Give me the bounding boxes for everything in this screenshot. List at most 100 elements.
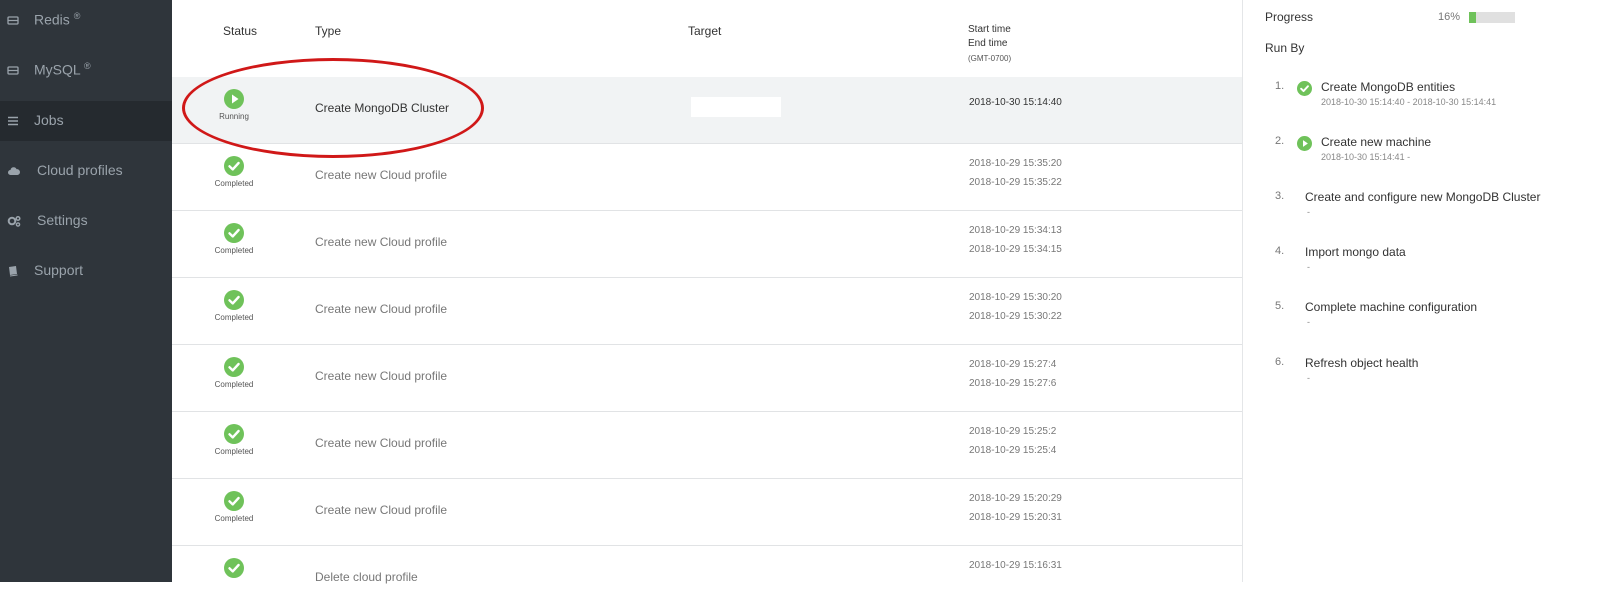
column-header-end-time: End time bbox=[968, 38, 1008, 49]
job-detail-panel: Progress 16% Run By 1. Create MongoDB en… bbox=[1243, 0, 1600, 582]
step-time-range: 2018-10-30 15:14:41 - bbox=[1321, 152, 1411, 162]
play-icon bbox=[224, 89, 244, 109]
check-circle-icon bbox=[224, 424, 244, 444]
table-row[interactable]: Completed Create new Cloud profile 2018-… bbox=[172, 345, 1242, 412]
step-time-range: - bbox=[1307, 262, 1310, 272]
table-row[interactable]: Completed Create new Cloud profile 2018-… bbox=[172, 211, 1242, 278]
status-cell: Completed bbox=[202, 223, 266, 255]
sidebar-item-label: Settings bbox=[37, 212, 88, 228]
step-title: Create MongoDB entities bbox=[1321, 80, 1456, 94]
step-item: 4. Import mongo data - bbox=[1243, 245, 1600, 285]
sidebar-item-settings[interactable]: Settings bbox=[0, 201, 172, 241]
sidebar-item-label: Cloud profiles bbox=[37, 162, 123, 178]
step-item: 5. Complete machine configuration - bbox=[1243, 300, 1600, 340]
start-time: 2018-10-30 15:14:40 bbox=[969, 97, 1062, 108]
job-type-link[interactable]: Create new Cloud profile bbox=[315, 503, 447, 517]
database-icon bbox=[7, 16, 19, 25]
job-type-link[interactable]: Create MongoDB Cluster bbox=[315, 101, 449, 115]
table-row[interactable]: Completed Create new Cloud profile 2018-… bbox=[172, 278, 1242, 345]
jobs-table: Status Type Target Start time End time (… bbox=[172, 0, 1242, 584]
sidebar-item-redis[interactable]: Redis ® bbox=[0, 0, 172, 40]
status-cell: Running bbox=[202, 89, 266, 121]
status-label: Completed bbox=[214, 179, 254, 188]
end-time: 2018-10-29 15:25:4 bbox=[969, 445, 1057, 456]
step-number: 3. bbox=[1275, 190, 1285, 202]
step-item: 1. Create MongoDB entities 2018-10-30 15… bbox=[1243, 80, 1600, 120]
sidebar: Redis ® MySQL ® Jobs Cloud profiles Sett… bbox=[0, 0, 172, 582]
sidebar-item-support[interactable]: Support bbox=[0, 251, 172, 291]
status-label: Completed bbox=[214, 447, 254, 456]
end-time: 2018-10-29 15:20:31 bbox=[969, 512, 1062, 523]
end-time: 2018-10-29 15:27:6 bbox=[969, 378, 1057, 389]
end-time: 2018-10-29 15:35:22 bbox=[969, 177, 1062, 188]
step-title: Import mongo data bbox=[1305, 245, 1406, 259]
column-header-target: Target bbox=[688, 24, 722, 38]
job-type-link[interactable]: Create new Cloud profile bbox=[315, 168, 447, 182]
check-circle-icon bbox=[224, 290, 244, 310]
status-label: Completed bbox=[214, 514, 254, 523]
step-number: 6. bbox=[1275, 356, 1285, 368]
sidebar-item-label: Jobs bbox=[34, 112, 64, 128]
status-cell: Completed bbox=[202, 491, 266, 523]
step-number: 2. bbox=[1275, 135, 1285, 147]
column-header-start-time: Start time bbox=[968, 24, 1011, 35]
start-time: 2018-10-29 15:30:20 bbox=[969, 292, 1062, 303]
sidebar-item-jobs[interactable]: Jobs bbox=[0, 101, 172, 141]
timezone-label: (GMT-0700) bbox=[968, 54, 1012, 63]
book-icon bbox=[9, 266, 18, 277]
step-title: Create and configure new MongoDB Cluster bbox=[1305, 190, 1541, 204]
database-icon bbox=[7, 66, 19, 75]
job-type-link[interactable]: Create new Cloud profile bbox=[315, 302, 447, 316]
status-cell: Completed bbox=[202, 357, 266, 389]
table-row[interactable]: Running Create MongoDB Cluster 2018-10-3… bbox=[172, 77, 1242, 144]
step-time-range: 2018-10-30 15:14:40 - 2018-10-30 15:14:4… bbox=[1321, 97, 1497, 107]
table-row[interactable]: Completed Create new Cloud profile 2018-… bbox=[172, 144, 1242, 211]
progress-fill bbox=[1469, 12, 1477, 23]
start-time: 2018-10-29 15:25:2 bbox=[969, 426, 1057, 437]
step-time-range: - bbox=[1307, 207, 1310, 217]
step-title: Refresh object health bbox=[1305, 356, 1419, 370]
status-cell: Completed bbox=[202, 290, 266, 322]
table-row[interactable]: Completed Create new Cloud profile 2018-… bbox=[172, 479, 1242, 546]
status-label: Completed bbox=[214, 380, 254, 389]
start-time: 2018-10-29 15:35:20 bbox=[969, 158, 1062, 169]
job-type-link[interactable]: Create new Cloud profile bbox=[315, 235, 447, 249]
step-title: Create new machine bbox=[1321, 135, 1432, 149]
step-item: 3. Create and configure new MongoDB Clus… bbox=[1243, 190, 1600, 230]
check-circle-icon bbox=[224, 558, 244, 578]
table-row[interactable]: Delete cloud profile 2018-10-29 15:16:31 bbox=[172, 546, 1242, 613]
start-time: 2018-10-29 15:34:13 bbox=[969, 225, 1062, 236]
status-label: Completed bbox=[214, 246, 254, 255]
status-label: Completed bbox=[214, 313, 254, 322]
column-header-status: Status bbox=[223, 24, 258, 38]
run-by-label: Run By bbox=[1265, 41, 1305, 55]
sidebar-item-mysql[interactable]: MySQL ® bbox=[0, 50, 172, 90]
sidebar-item-label: MySQL ® bbox=[34, 61, 91, 78]
column-header-type: Type bbox=[315, 24, 342, 38]
step-number: 4. bbox=[1275, 245, 1285, 257]
step-title: Complete machine configuration bbox=[1305, 300, 1478, 314]
job-type-link[interactable]: Create new Cloud profile bbox=[315, 369, 447, 383]
check-circle-icon bbox=[1297, 81, 1312, 96]
job-type-link[interactable]: Create new Cloud profile bbox=[315, 436, 447, 450]
progress-bar bbox=[1469, 12, 1515, 23]
check-circle-icon bbox=[224, 156, 244, 176]
play-icon bbox=[1297, 136, 1312, 151]
step-item: 6. Refresh object health - bbox=[1243, 356, 1600, 396]
gears-icon bbox=[7, 215, 21, 227]
progress-label: Progress bbox=[1265, 10, 1314, 24]
table-row[interactable]: Completed Create new Cloud profile 2018-… bbox=[172, 412, 1242, 479]
sidebar-item-label: Support bbox=[34, 262, 84, 278]
step-number: 5. bbox=[1275, 300, 1285, 312]
status-cell bbox=[202, 558, 266, 578]
list-icon bbox=[8, 116, 18, 126]
step-time-range: - bbox=[1307, 317, 1310, 327]
status-cell: Completed bbox=[202, 156, 266, 188]
sidebar-item-label: Redis ® bbox=[34, 11, 81, 28]
check-circle-icon bbox=[224, 223, 244, 243]
check-circle-icon bbox=[224, 491, 244, 511]
target-value bbox=[691, 97, 781, 117]
check-circle-icon bbox=[224, 357, 244, 377]
end-time: 2018-10-29 15:34:15 bbox=[969, 244, 1062, 255]
sidebar-item-cloud-profiles[interactable]: Cloud profiles bbox=[0, 151, 172, 191]
